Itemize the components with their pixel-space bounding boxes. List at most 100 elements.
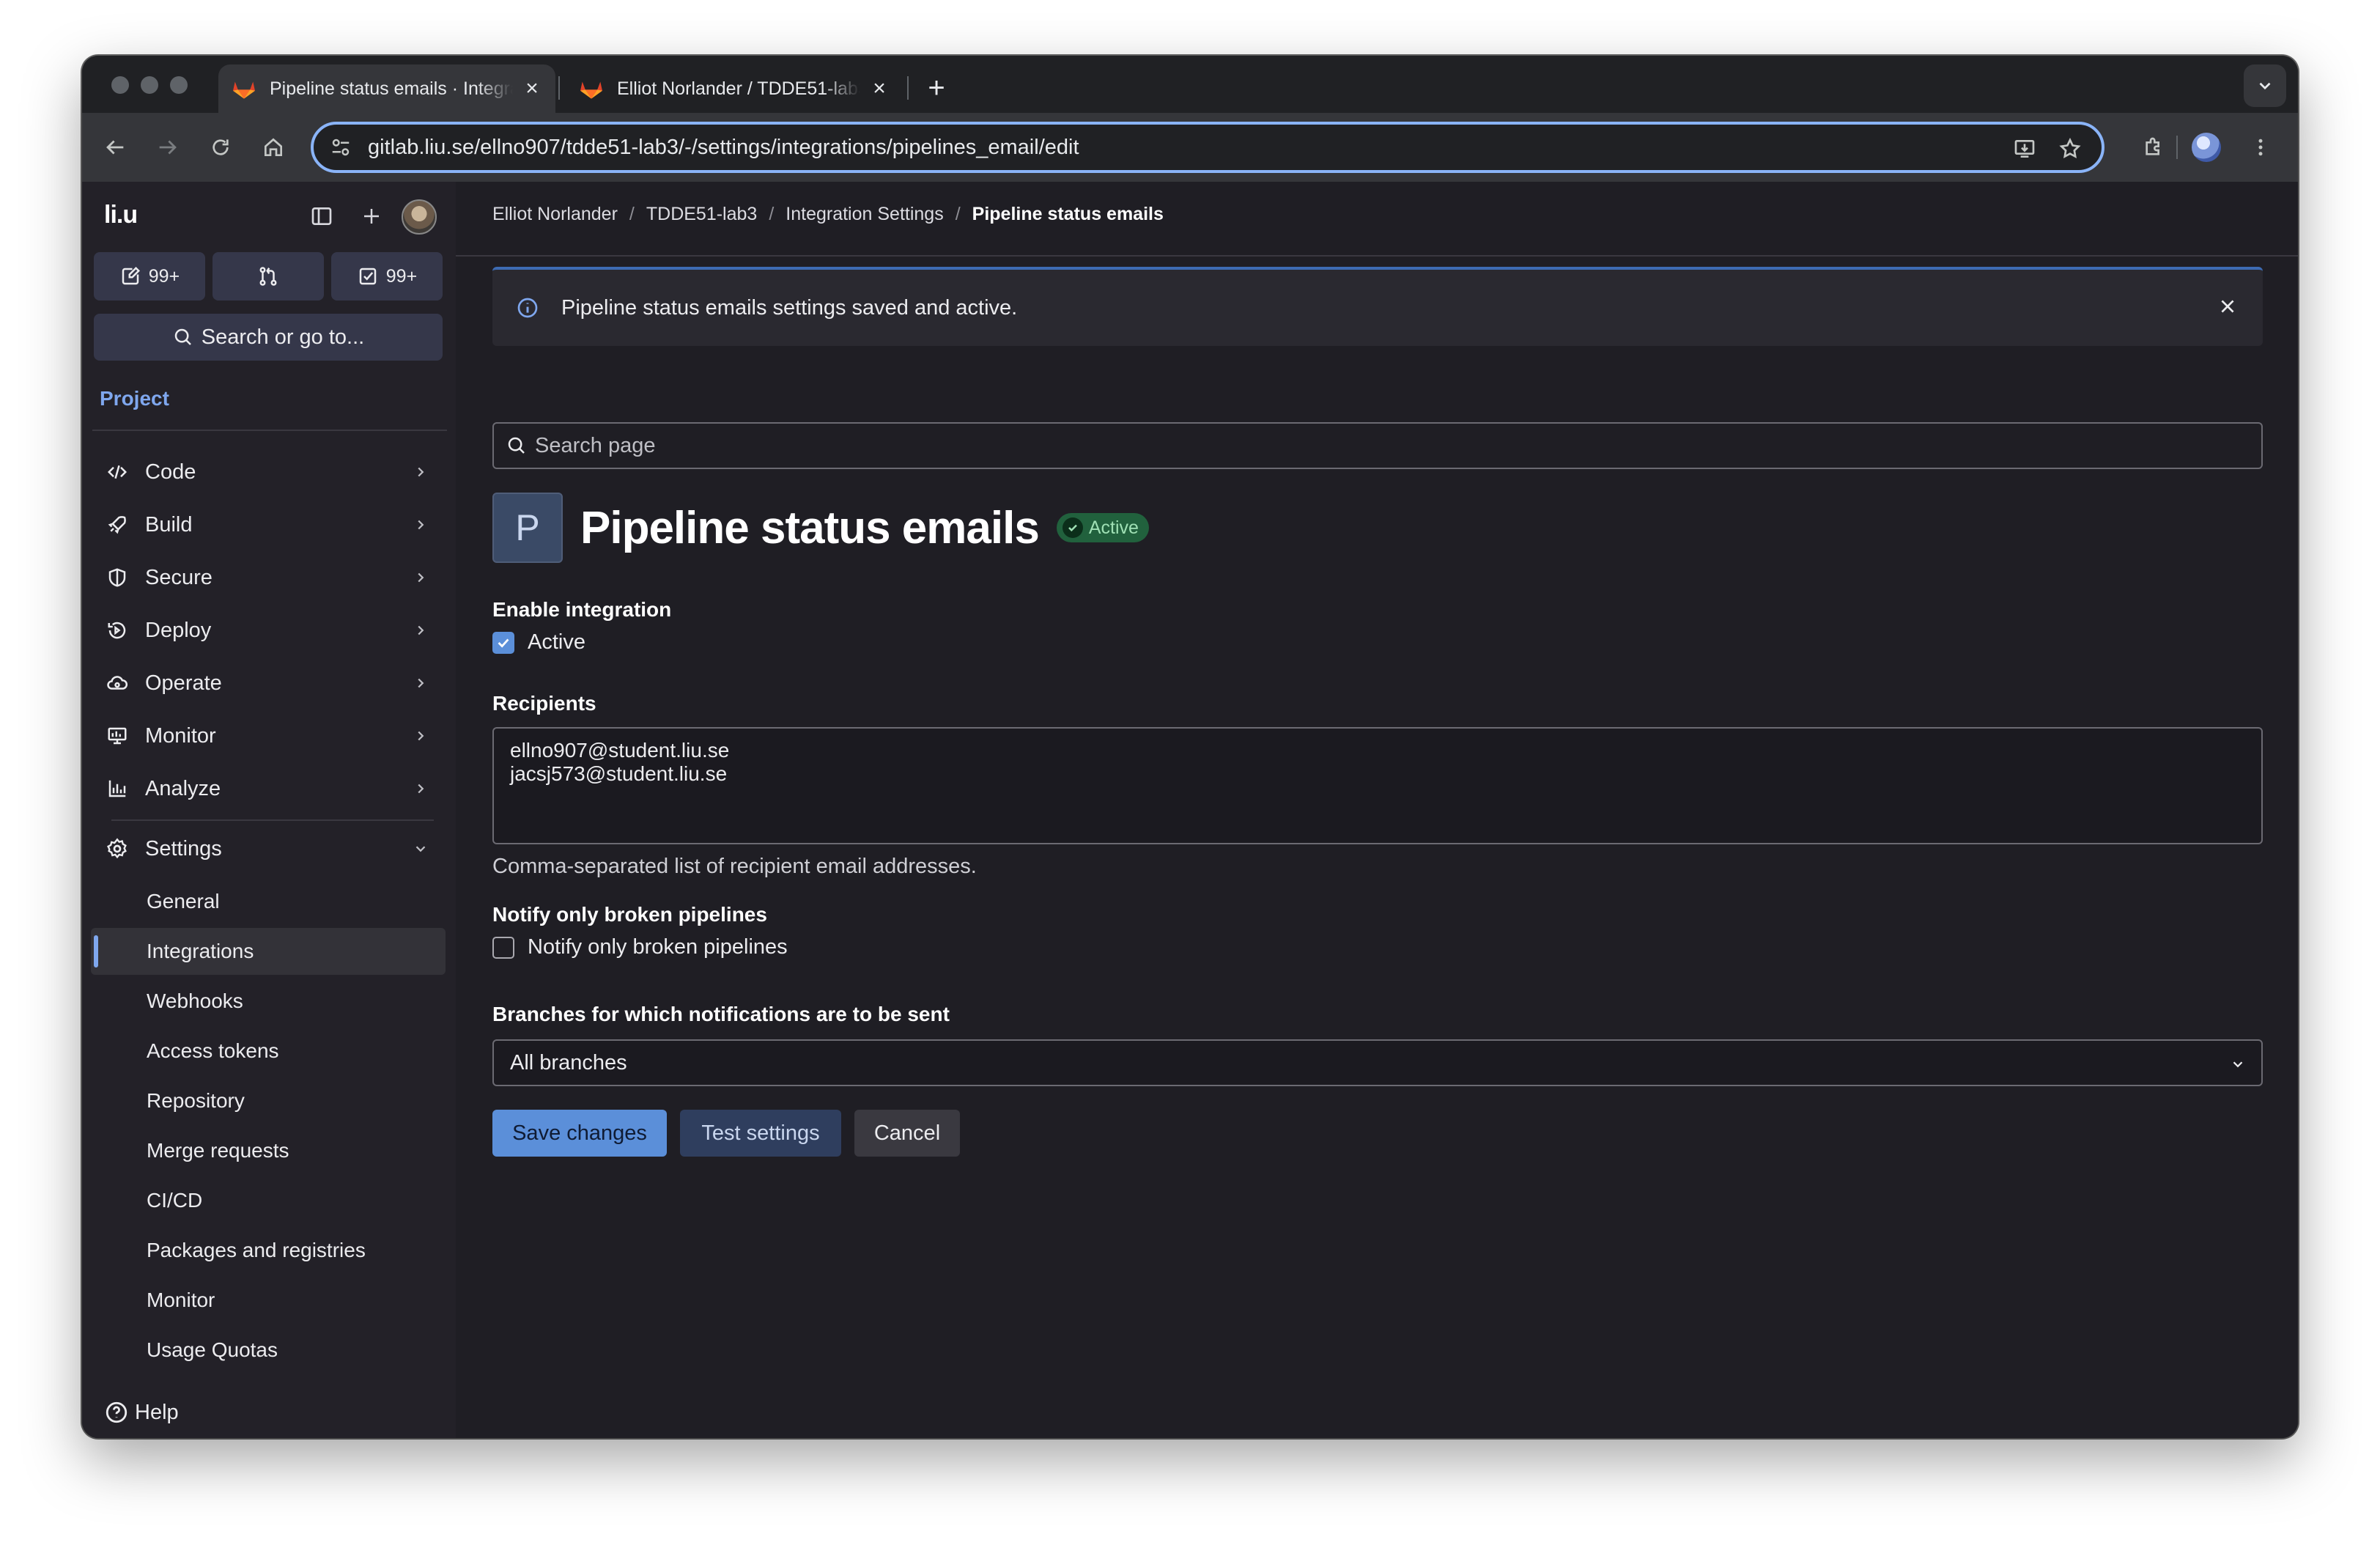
- sidebar-subitem-packages-and-registries[interactable]: Packages and registries: [91, 1227, 446, 1274]
- reload-button[interactable]: [202, 129, 239, 166]
- liu-logo[interactable]: li.u: [104, 201, 138, 229]
- sidebar-item-code[interactable]: Code: [94, 449, 444, 495]
- browser-window: Pipeline status emails · Integrations · …: [82, 56, 2298, 1438]
- close-window-button[interactable]: [111, 76, 129, 94]
- sidebar-subitem-merge-requests[interactable]: Merge requests: [91, 1127, 446, 1174]
- breadcrumb-current[interactable]: Pipeline status emails: [972, 204, 1164, 225]
- create-new-button[interactable]: [356, 201, 387, 232]
- header-divider: [456, 255, 2298, 257]
- project-section-label[interactable]: Project: [100, 387, 169, 410]
- sidebar-item-monitor[interactable]: Monitor: [94, 712, 444, 759]
- issues-icon: [122, 266, 140, 285]
- rocket-icon: [104, 512, 130, 538]
- sidebar-item-analyze[interactable]: Analyze: [94, 765, 444, 812]
- active-checkbox-row[interactable]: Active: [492, 630, 585, 655]
- sidebar-toggle-icon: [311, 207, 332, 225]
- bookmark-button[interactable]: [2053, 132, 2087, 166]
- issues-count-button[interactable]: 99+: [94, 252, 205, 301]
- browser-tab[interactable]: Elliot Norlander / TDDE51-lab3 ×: [566, 64, 903, 113]
- active-checkbox-label[interactable]: Active: [528, 630, 585, 655]
- toggle-sidebar-button[interactable]: [306, 201, 337, 232]
- recipients-textarea[interactable]: ellno907@student.liu.se jacsj573@student…: [492, 727, 2263, 844]
- checkmark-icon: [498, 638, 509, 648]
- back-button[interactable]: [97, 129, 133, 166]
- info-icon: [514, 295, 541, 321]
- sidebar: li.u 99+ 99+ Search or go to... Project …: [82, 182, 456, 1438]
- sidebar-subitem-monitor[interactable]: Monitor: [91, 1277, 446, 1324]
- notify-broken-label: Notify only broken pipelines: [492, 903, 767, 926]
- code-icon: [104, 459, 130, 485]
- sidebar-item-build[interactable]: Build: [94, 501, 444, 548]
- sidebar-subitem-integrations[interactable]: Integrations: [91, 928, 446, 975]
- profile-button[interactable]: [2188, 129, 2225, 166]
- close-tab-icon[interactable]: ×: [522, 76, 542, 101]
- notify-broken-checkbox[interactable]: [492, 936, 514, 959]
- maximize-window-button[interactable]: [170, 76, 188, 94]
- chart-icon: [104, 775, 130, 802]
- branches-select[interactable]: All branches: [492, 1039, 2263, 1086]
- home-button[interactable]: [255, 129, 292, 166]
- deploy-icon: [104, 617, 130, 644]
- search-page-placeholder: Search page: [535, 433, 656, 457]
- new-tab-button[interactable]: +: [917, 69, 956, 107]
- sidebar-subitem-general[interactable]: General: [91, 878, 446, 925]
- recipients-label: Recipients: [492, 692, 596, 715]
- star-icon: [2059, 137, 2081, 158]
- search-page-input[interactable]: Search page: [492, 422, 2263, 469]
- site-settings-icon[interactable]: [330, 136, 352, 158]
- tab-title: Elliot Norlander / TDDE51-lab3: [617, 78, 860, 99]
- breadcrumb-project[interactable]: TDDE51-lab3: [646, 204, 757, 225]
- sidebar-item-secure[interactable]: Secure: [94, 554, 444, 601]
- tab-search-button[interactable]: [2244, 64, 2286, 107]
- breadcrumb-user[interactable]: Elliot Norlander: [492, 204, 618, 225]
- forward-button[interactable]: [149, 129, 186, 166]
- active-checkbox[interactable]: [492, 631, 514, 654]
- dismiss-alert-button[interactable]: [2214, 293, 2241, 320]
- sidebar-item-label: Analyze: [145, 776, 221, 800]
- user-avatar[interactable]: [402, 199, 437, 235]
- tab-separator: [907, 76, 909, 100]
- sidebar-item-deploy[interactable]: Deploy: [94, 607, 444, 654]
- notify-broken-checkbox-row[interactable]: Notify only broken pipelines: [492, 935, 788, 959]
- merge-requests-button[interactable]: [212, 252, 324, 301]
- todos-count-button[interactable]: 99+: [331, 252, 443, 301]
- home-icon: [265, 138, 282, 156]
- url-text: gitlab.liu.se/ellno907/tdde51-lab3/-/set…: [368, 135, 1079, 159]
- status-badge-label: Active: [1088, 517, 1139, 538]
- minimize-window-button[interactable]: [141, 76, 158, 94]
- page-title: Pipeline status emails: [580, 502, 1040, 553]
- notify-broken-checkbox-label[interactable]: Notify only broken pipelines: [528, 935, 788, 959]
- search-label: Search or go to...: [201, 325, 365, 349]
- help-button[interactable]: Help: [104, 1400, 179, 1425]
- sidebar-subitem-repository[interactable]: Repository: [91, 1077, 446, 1124]
- monitor-icon: [104, 723, 130, 749]
- sidebar-subitem-usage-quotas[interactable]: Usage Quotas: [91, 1327, 446, 1374]
- sidebar-subitem-ci-cd[interactable]: CI/CD: [91, 1177, 446, 1224]
- install-icon: [2014, 140, 2035, 158]
- chevron-right-icon: [410, 673, 431, 693]
- search-or-go-to-button[interactable]: Search or go to...: [94, 314, 443, 361]
- sidebar-item-settings[interactable]: Settings: [94, 825, 444, 872]
- recipients-help-text: Comma-separated list of recipient email …: [492, 855, 977, 878]
- sidebar-item-label: Build: [145, 512, 193, 537]
- browser-menu-button[interactable]: [2242, 129, 2279, 166]
- cancel-button[interactable]: Cancel: [854, 1110, 960, 1157]
- sidebar-item-operate[interactable]: Operate: [94, 660, 444, 707]
- enable-integration-label: Enable integration: [492, 598, 672, 621]
- install-app-button[interactable]: [2008, 132, 2041, 166]
- sidebar-divider: [92, 430, 447, 431]
- sidebar-subitem-access-tokens[interactable]: Access tokens: [91, 1028, 446, 1075]
- extensions-button[interactable]: [2135, 129, 2172, 166]
- chevron-right-icon: [410, 726, 431, 746]
- save-changes-button[interactable]: Save changes: [492, 1110, 667, 1157]
- main-content: Elliot Norlander / TDDE51-lab3 / Integra…: [456, 182, 2298, 1438]
- integration-avatar: P: [492, 493, 563, 563]
- test-settings-button[interactable]: Test settings: [680, 1110, 841, 1157]
- breadcrumb-integration-settings[interactable]: Integration Settings: [786, 204, 943, 225]
- browser-toolbar: gitlab.liu.se/ellno907/tdde51-lab3/-/set…: [82, 113, 2298, 182]
- browser-tab-active[interactable]: Pipeline status emails · Integrations · …: [218, 64, 555, 113]
- sidebar-subitem-webhooks[interactable]: Webhooks: [91, 978, 446, 1025]
- status-badge: Active: [1056, 513, 1149, 542]
- close-tab-icon[interactable]: ×: [869, 76, 890, 101]
- address-bar[interactable]: gitlab.liu.se/ellno907/tdde51-lab3/-/set…: [311, 122, 2104, 173]
